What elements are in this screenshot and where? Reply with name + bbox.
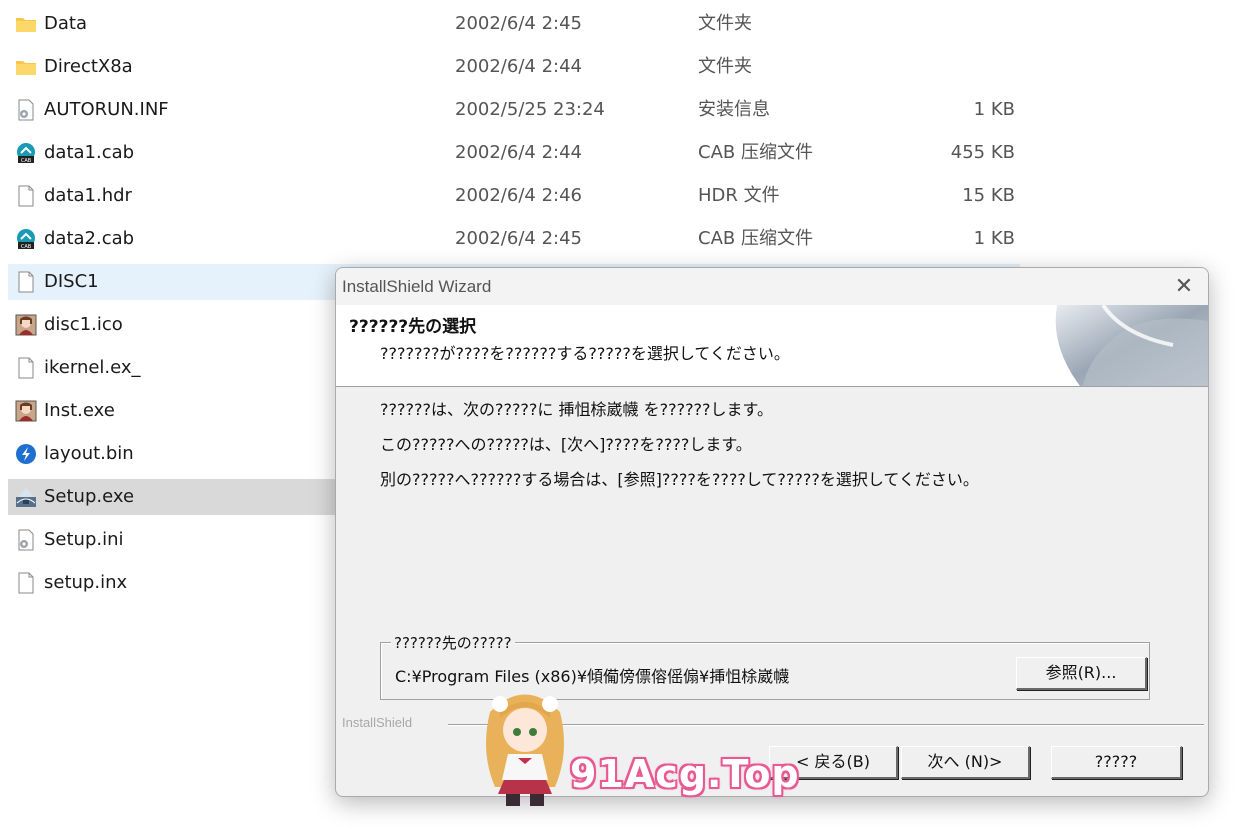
file-row-autorun-inf[interactable]: AUTORUN.INF 2002/5/25 23:24 安装信息 1 KB [8, 92, 1020, 128]
header-title: ??????先の選択 [349, 317, 477, 337]
body-line-3: 別の?????へ??????する場合は、[参照]????を????して?????… [380, 470, 979, 489]
file-row-data1-hdr[interactable]: data1.hdr 2002/6/4 2:46 HDR 文件 15 KB [8, 178, 1020, 214]
file-date: 2002/5/25 23:24 [455, 99, 605, 120]
header-subtitle: ???????が????を??????する?????を選択してください。 [380, 344, 790, 363]
dialog-header: ??????先の選択 ???????が????を??????する?????を選択… [336, 305, 1208, 387]
anime-girl-icon [486, 694, 564, 806]
installshield-brand: InstallShield [342, 715, 413, 730]
file-type: 安装信息 [698, 99, 770, 120]
character-image-icon [15, 400, 37, 422]
file-row-data1-cab[interactable]: CAB data1.cab 2002/6/4 2:44 CAB 压缩文件 455… [8, 135, 1020, 171]
file-size: 15 KB [962, 185, 1015, 206]
close-button[interactable]: ✕ [1160, 268, 1208, 305]
file-name: layout.bin [44, 443, 134, 464]
blank-file-icon [18, 185, 34, 207]
cab-archive-icon: CAB [17, 143, 35, 164]
file-name: data2.cab [44, 228, 135, 249]
browse-button[interactable]: 参照(R)... [1016, 657, 1147, 690]
file-type: HDR 文件 [698, 185, 780, 206]
file-name: ikernel.ex_ [44, 357, 141, 378]
file-name: Data [44, 13, 87, 34]
folder-icon [16, 18, 36, 32]
watermark-text: 91Acg.Top [570, 752, 800, 796]
file-date: 2002/6/4 2:46 [455, 185, 582, 206]
blank-file-icon [18, 271, 34, 293]
file-row-data[interactable]: Data 2002/6/4 2:45 文件夹 [8, 6, 1020, 42]
file-date: 2002/6/4 2:45 [455, 228, 582, 249]
file-name: data1.hdr [44, 185, 132, 206]
file-type: CAB 压缩文件 [698, 142, 813, 163]
settings-file-icon [18, 529, 34, 551]
blank-file-icon [18, 357, 34, 379]
file-date: 2002/6/4 2:44 [455, 56, 582, 77]
cab-archive-icon: CAB [17, 229, 35, 250]
file-name: DISC1 [44, 271, 99, 292]
file-size: 1 KB [973, 99, 1015, 120]
file-date: 2002/6/4 2:44 [455, 142, 582, 163]
svg-text:CAB: CAB [21, 158, 32, 164]
blue-app-icon [16, 444, 36, 464]
file-type: 文件夹 [698, 56, 752, 77]
svg-text:CAB: CAB [21, 244, 32, 250]
file-size: 455 KB [950, 142, 1015, 163]
file-name: Inst.exe [44, 400, 115, 421]
file-name: Setup.ini [44, 529, 124, 550]
file-name: AUTORUN.INF [44, 99, 169, 120]
dialog-titlebar[interactable]: InstallShield Wizard ✕ [336, 268, 1208, 305]
file-name: DirectX8a [44, 56, 133, 77]
blank-file-icon [18, 572, 34, 594]
watermark: 91Acg.Top [470, 682, 799, 810]
installer-icon [16, 488, 36, 507]
settings-file-icon [18, 99, 34, 121]
groupbox-label: ??????先の????? [391, 632, 515, 653]
folder-icon [16, 61, 36, 75]
dialog-title: InstallShield Wizard [342, 277, 492, 296]
file-name: data1.cab [44, 142, 135, 163]
file-size: 1 KB [973, 228, 1015, 249]
body-line-2: この?????への?????は、[次へ]????を????します。 [380, 435, 752, 454]
file-row-data2-cab[interactable]: CAB data2.cab 2002/6/4 2:45 CAB 压缩文件 1 K… [8, 221, 1020, 257]
header-graphic-icon [1055, 305, 1208, 386]
file-name: Setup.exe [44, 486, 135, 507]
body-line-1: ??????は、次の?????に 挿怚梌崴幭 を??????します。 [380, 400, 773, 419]
file-name: disc1.ico [44, 314, 123, 335]
file-name: setup.inx [44, 572, 128, 593]
file-date: 2002/6/4 2:45 [455, 13, 582, 34]
file-type: CAB 压缩文件 [698, 228, 813, 249]
cancel-button[interactable]: ????? [1051, 746, 1182, 779]
file-type: 文件夹 [698, 13, 752, 34]
file-row-directx8a[interactable]: DirectX8a 2002/6/4 2:44 文件夹 [8, 49, 1020, 85]
next-button[interactable]: 次へ (N)> [901, 746, 1030, 779]
character-image-icon [15, 314, 37, 336]
